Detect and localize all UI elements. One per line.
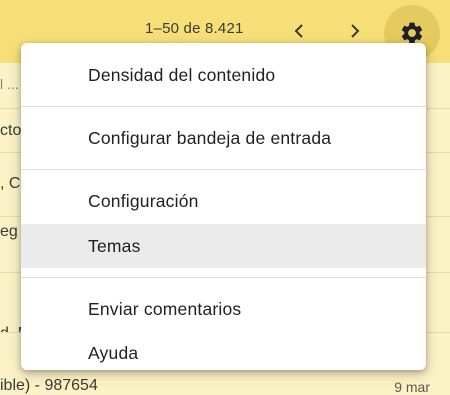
settings-menu: Densidad del contenido Configurar bandej… [21, 43, 426, 370]
menu-item-label: Enviar comentarios [88, 298, 242, 319]
menu-item-help[interactable]: Ayuda [21, 331, 426, 375]
menu-divider [21, 106, 426, 107]
pagination-text: 1–50 de 8.421 [145, 20, 244, 37]
menu-item-label: Temas [88, 235, 141, 256]
chevron-right-icon [351, 24, 360, 38]
chevron-left-icon [294, 24, 303, 38]
menu-divider [21, 277, 426, 278]
menu-item-themes[interactable]: Temas [21, 224, 426, 268]
newer-page-button[interactable] [343, 17, 367, 45]
menu-item-density[interactable]: Densidad del contenido [21, 53, 426, 97]
menu-item-label: Densidad del contenido [88, 64, 276, 85]
menu-item-send-feedback[interactable]: Enviar comentarios [21, 287, 426, 331]
older-page-button[interactable] [287, 17, 311, 45]
menu-item-settings[interactable]: Configuración [21, 179, 426, 223]
menu-item-configure-inbox[interactable]: Configurar bandeja de entrada [21, 116, 426, 160]
list-item[interactable]: ible) - 987654 9 mar [0, 373, 450, 395]
menu-item-label: Configuración [88, 190, 199, 211]
menu-divider [21, 169, 426, 170]
menu-item-label: Configurar bandeja de entrada [88, 127, 332, 148]
menu-item-label: Ayuda [88, 342, 139, 363]
